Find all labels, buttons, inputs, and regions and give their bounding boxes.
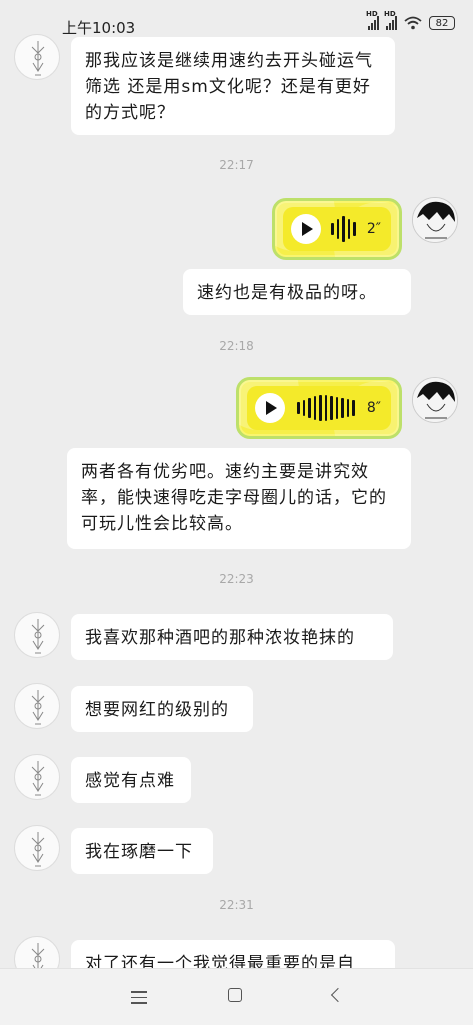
system-nav-bar [0, 968, 473, 1025]
play-icon[interactable] [255, 393, 285, 423]
message-bubble[interactable]: 两者各有优劣吧。速约主要是讲究效率，能快速得吃走字母圈儿的话，它的可玩儿性会比较… [67, 448, 411, 549]
waveform-icon [297, 395, 355, 421]
contact-avatar[interactable] [14, 683, 60, 729]
message-text: 两者各有优劣吧。速约主要是讲究效率，能快速得吃走字母圈儿的话，它的可玩儿性会比较… [81, 462, 387, 534]
menu-icon[interactable] [131, 991, 147, 1008]
voice-duration: 8″ [366, 400, 381, 416]
message-bubble[interactable]: 速约也是有极品的呀。 [183, 269, 411, 315]
message-text: 我喜欢那种酒吧的那种浓妆艳抹的 [85, 628, 355, 648]
wifi-icon [404, 16, 422, 30]
contact-avatar[interactable] [14, 34, 60, 80]
message-text: 感觉有点难 [85, 771, 175, 791]
self-avatar[interactable] [412, 197, 458, 243]
signal-hd-label: HD [384, 10, 396, 18]
contact-avatar[interactable] [14, 612, 60, 658]
message-text: 速约也是有极品的呀。 [197, 283, 377, 303]
voice-message-bubble[interactable]: 2″ [272, 198, 402, 260]
status-icons: HD HD 82 [366, 10, 455, 30]
home-icon[interactable] [228, 988, 242, 1002]
voice-message-bubble[interactable]: 8″ [236, 377, 402, 439]
contact-avatar[interactable] [14, 825, 60, 871]
voice-duration: 2″ [366, 221, 381, 237]
message-text: 想要网红的级别的 [85, 700, 229, 720]
waveform-icon [331, 216, 356, 242]
status-bar: 上午10:03 HD HD 82 [0, 0, 473, 40]
signal-icon: HD [366, 10, 379, 30]
message-bubble[interactable]: 想要网红的级别的 [71, 686, 253, 732]
timestamp: 22:31 [219, 898, 254, 912]
message-text: 我在琢磨一下 [85, 842, 193, 862]
play-icon[interactable] [291, 214, 321, 244]
message-bubble[interactable]: 我在琢磨一下 [71, 828, 213, 874]
signal-icon: HD [384, 10, 397, 30]
message-bubble[interactable]: 感觉有点难 [71, 757, 191, 803]
timestamp: 22:23 [219, 572, 254, 586]
contact-avatar[interactable] [14, 754, 60, 800]
signal-hd-label: HD [366, 10, 378, 18]
battery-icon: 82 [429, 16, 455, 30]
back-icon[interactable] [330, 987, 346, 1003]
status-time: 上午10:03 [62, 19, 136, 37]
self-avatar[interactable] [412, 377, 458, 423]
timestamp: 22:18 [219, 339, 254, 353]
timestamp: 22:17 [219, 158, 254, 172]
message-text: 那我应该是继续用速约去开头碰运气筛选 还是用sm文化呢？还是有更好的方式呢？ [85, 51, 373, 123]
message-bubble[interactable]: 我喜欢那种酒吧的那种浓妆艳抹的 [71, 614, 393, 660]
message-bubble[interactable]: 那我应该是继续用速约去开头碰运气筛选 还是用sm文化呢？还是有更好的方式呢？ [71, 37, 395, 135]
